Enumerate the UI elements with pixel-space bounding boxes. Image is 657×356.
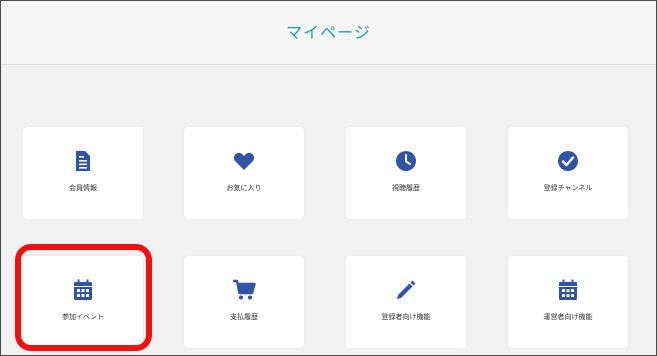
page-title: マイページ [286,23,371,42]
menu-card-label: 登録チャンネル [543,184,593,192]
menu-card-operator-features[interactable]: 運営者向け機能 [508,256,628,348]
menu-card-registered-channels[interactable]: 登録チャンネル [508,127,628,219]
document-icon [71,149,95,173]
menu-card-registrant-features[interactable]: 登録者向け機能 [346,256,466,348]
check-circle-icon [556,149,580,173]
menu-card-label: 登録者向け機能 [381,313,431,321]
menu-card-label: 視聴履歴 [392,184,420,192]
menu-card-member-info[interactable]: 会員情報 [23,127,143,219]
menu-card-joined-events[interactable]: 参加イベント [23,256,143,348]
page-frame: マイページ 会員情報 お気に入り 視聴履歴 登録チャンネル 参加イベント 支払履… [0,0,657,356]
menu-card-favorites[interactable]: お気に入り [184,127,304,219]
clock-icon [394,149,418,173]
page-header: マイページ [1,1,656,65]
cart-icon [232,278,256,302]
menu-card-payment-history[interactable]: 支払履歴 [184,256,304,348]
menu-card-label: 運営者向け機能 [543,313,593,321]
menu-card-label: 会員情報 [69,184,97,192]
menu-card-watch-history[interactable]: 視聴履歴 [346,127,466,219]
pencil-icon [394,278,418,302]
calendar-icon [71,278,95,302]
menu-card-label: 支払履歴 [230,313,258,321]
menu-card-label: 参加イベント [62,313,104,321]
menu-card-label: お気に入り [226,184,262,192]
calendar-icon [556,278,580,302]
heart-icon [232,149,256,173]
